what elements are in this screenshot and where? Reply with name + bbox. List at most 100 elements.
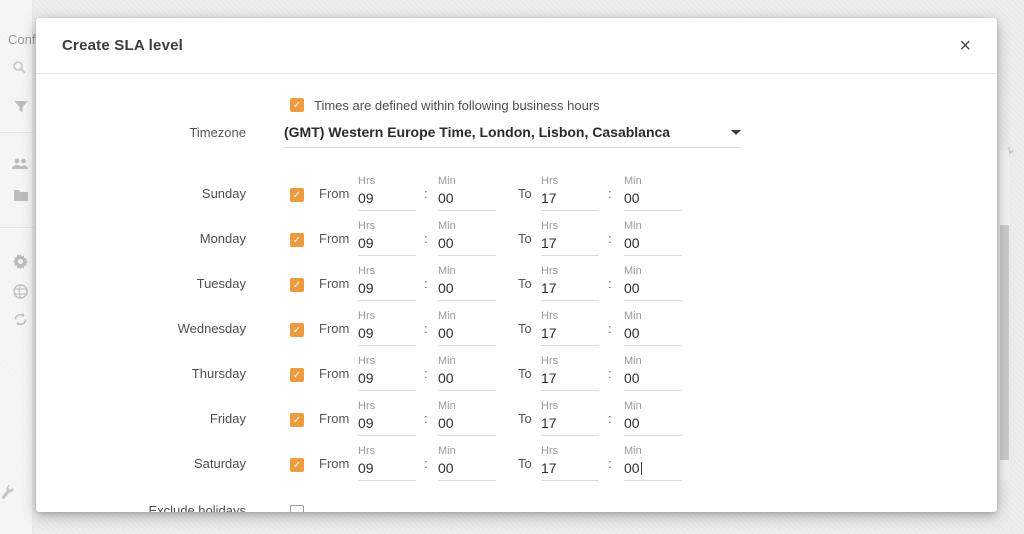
to-hrs-value[interactable]: 17	[541, 235, 599, 256]
from-hrs-value[interactable]: 09	[358, 280, 416, 301]
from-min-value[interactable]: 00	[438, 415, 496, 436]
to-minutes-field: Min 00	[624, 355, 682, 391]
to-label: To	[518, 411, 534, 436]
from-label: From	[319, 456, 353, 481]
people-icon	[11, 158, 29, 170]
from-hrs-value[interactable]: 09	[358, 190, 416, 211]
business-hours-label: Times are defined within following busin…	[314, 98, 600, 113]
sidebar-divider	[0, 132, 33, 133]
from-hrs-value[interactable]: 09	[358, 325, 416, 346]
time-colon: :	[424, 366, 428, 391]
exclude-holidays-checkbox[interactable]	[290, 505, 304, 512]
day-label: Tuesday	[36, 276, 246, 301]
from-hours-field: Hrs 09	[358, 355, 416, 391]
to-hrs-value[interactable]: 17	[541, 190, 599, 211]
from-minutes-field: Min 00	[438, 445, 496, 481]
time-colon: :	[608, 276, 612, 301]
day-checkbox[interactable]	[290, 323, 304, 337]
to-min-value[interactable]: 00	[624, 325, 682, 346]
day-row: Saturday From Hrs 09 : Min 00 To Hrs 17 …	[36, 436, 997, 481]
to-min-value[interactable]: 00	[624, 370, 682, 391]
min-label: Min	[438, 220, 496, 232]
hrs-label: Hrs	[358, 355, 416, 367]
sidebar-divider	[0, 227, 33, 228]
to-min-value[interactable]: 00	[624, 460, 682, 481]
from-label: From	[319, 366, 353, 391]
day-row: Tuesday From Hrs 09 : Min 00 To Hrs 17 :…	[36, 256, 997, 301]
hrs-label: Hrs	[358, 445, 416, 457]
min-label: Min	[624, 175, 682, 187]
from-min-value[interactable]: 00	[438, 460, 496, 481]
hrs-label: Hrs	[541, 355, 599, 367]
time-colon: :	[424, 456, 428, 481]
to-hrs-value[interactable]: 17	[541, 325, 599, 346]
from-hrs-value[interactable]: 09	[358, 235, 416, 256]
to-min-value[interactable]: 00	[624, 235, 682, 256]
dialog-title: Create SLA level	[62, 37, 183, 54]
business-hours-row: Times are defined within following busin…	[290, 95, 997, 115]
to-min-value[interactable]: 00	[624, 415, 682, 436]
min-label: Min	[438, 265, 496, 277]
from-label: From	[319, 186, 353, 211]
to-min-value[interactable]: 00	[624, 190, 682, 211]
time-colon: :	[608, 231, 612, 256]
to-minutes-field: Min 00	[624, 175, 682, 211]
timezone-select[interactable]: (GMT) Western Europe Time, London, Lisbo…	[284, 124, 741, 148]
hrs-label: Hrs	[358, 220, 416, 232]
hrs-label: Hrs	[541, 175, 599, 187]
to-hrs-value[interactable]: 17	[541, 370, 599, 391]
day-checkbox[interactable]	[290, 458, 304, 472]
day-checkbox[interactable]	[290, 188, 304, 202]
min-label: Min	[624, 265, 682, 277]
to-min-value[interactable]: 00	[624, 280, 682, 301]
min-label: Min	[438, 310, 496, 322]
day-label: Monday	[36, 231, 246, 256]
from-min-value[interactable]: 00	[438, 325, 496, 346]
from-hrs-value[interactable]: 09	[358, 415, 416, 436]
min-label: Min	[624, 445, 682, 457]
timezone-row: Timezone (GMT) Western Europe Time, Lond…	[36, 124, 997, 148]
day-checkbox[interactable]	[290, 368, 304, 382]
from-min-value[interactable]: 00	[438, 235, 496, 256]
from-hrs-value[interactable]: 09	[358, 460, 416, 481]
day-checkbox[interactable]	[290, 278, 304, 292]
to-label: To	[518, 321, 534, 346]
from-hours-field: Hrs 09	[358, 310, 416, 346]
to-hours-field: Hrs 17	[541, 175, 599, 211]
globe-icon	[13, 284, 28, 299]
search-icon	[12, 60, 26, 74]
to-hrs-value[interactable]: 17	[541, 280, 599, 301]
to-hrs-value[interactable]: 17	[541, 415, 599, 436]
chevron-down-icon	[731, 130, 741, 135]
to-label: To	[518, 186, 534, 211]
day-label: Wednesday	[36, 321, 246, 346]
to-minutes-field: Min 00	[624, 220, 682, 256]
from-minutes-field: Min 00	[438, 175, 496, 211]
from-label: From	[319, 231, 353, 256]
wrench-icon	[1, 484, 14, 499]
business-hours-checkbox[interactable]	[290, 98, 304, 112]
to-minutes-field: Min 00	[624, 265, 682, 301]
day-row: Sunday From Hrs 09 : Min 00 To Hrs 17 : …	[36, 166, 997, 211]
create-sla-level-dialog: Create SLA level × Times are defined wit…	[36, 18, 997, 512]
dialog-header: Create SLA level ×	[36, 18, 997, 74]
day-rows: Sunday From Hrs 09 : Min 00 To Hrs 17 : …	[36, 166, 997, 481]
to-hours-field: Hrs 17	[541, 310, 599, 346]
day-checkbox[interactable]	[290, 413, 304, 427]
from-min-value[interactable]: 00	[438, 370, 496, 391]
from-min-value[interactable]: 00	[438, 280, 496, 301]
to-label: To	[518, 456, 534, 481]
day-checkbox[interactable]	[290, 233, 304, 247]
to-label: To	[518, 366, 534, 391]
hrs-label: Hrs	[541, 445, 599, 457]
from-hours-field: Hrs 09	[358, 445, 416, 481]
day-row: Wednesday From Hrs 09 : Min 00 To Hrs 17…	[36, 301, 997, 346]
timezone-label: Timezone	[36, 125, 246, 148]
sync-icon	[13, 312, 28, 327]
close-icon[interactable]: ×	[959, 36, 971, 56]
to-hours-field: Hrs 17	[541, 265, 599, 301]
from-hours-field: Hrs 09	[358, 175, 416, 211]
from-min-value[interactable]: 00	[438, 190, 496, 211]
to-hrs-value[interactable]: 17	[541, 460, 599, 481]
from-hrs-value[interactable]: 09	[358, 370, 416, 391]
